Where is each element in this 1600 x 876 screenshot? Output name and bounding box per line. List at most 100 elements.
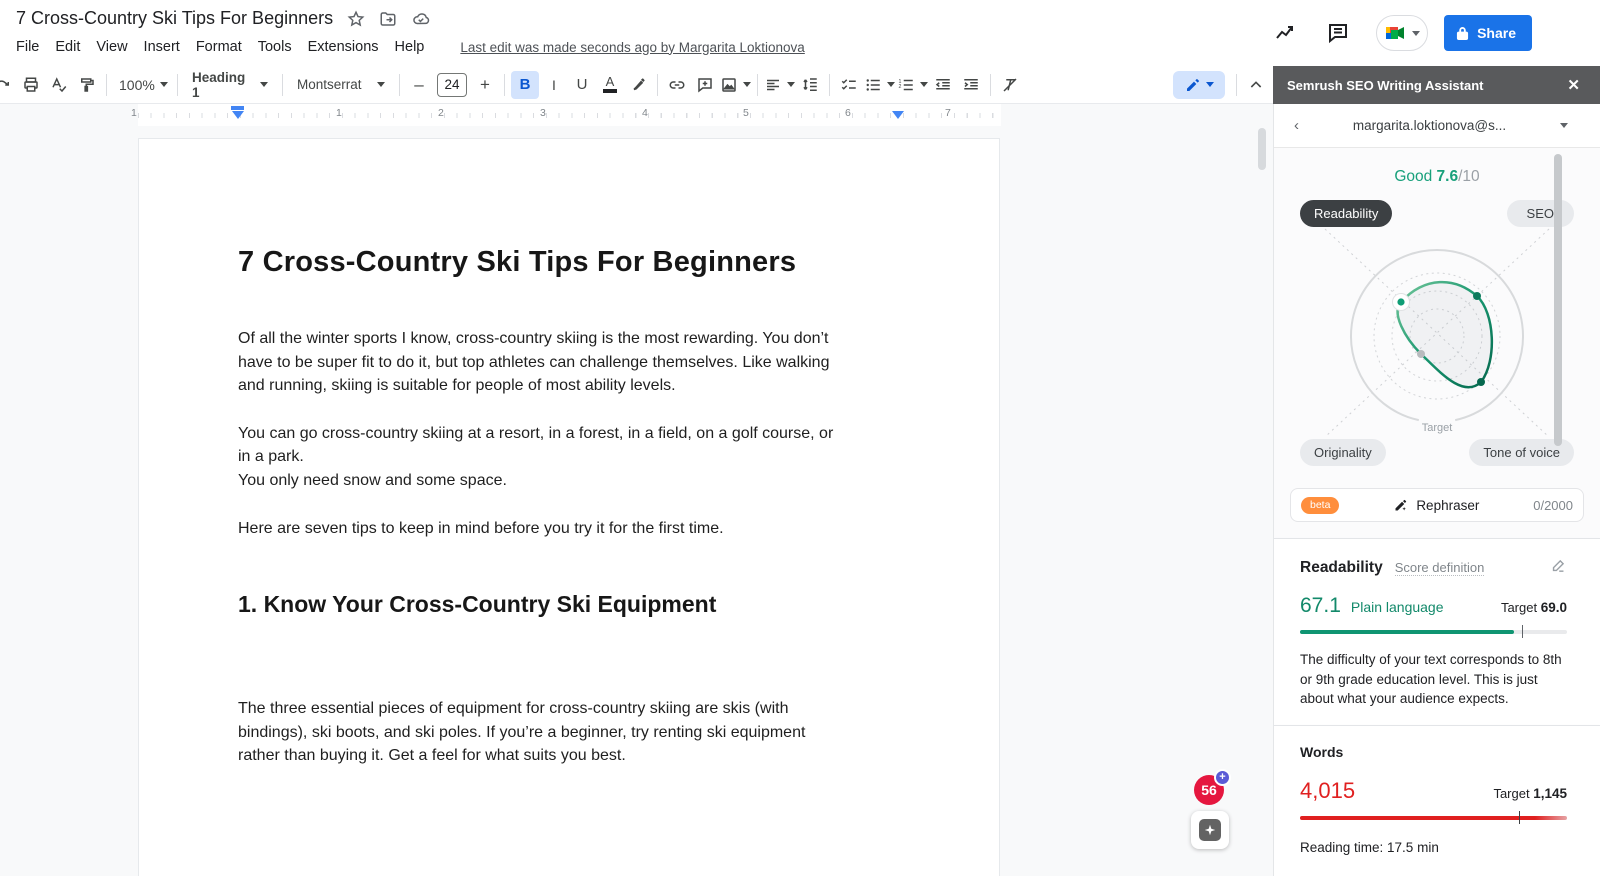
score-definition-link[interactable]: Score definition [1394,560,1485,576]
words-target-tick [1518,810,1521,824]
doc-heading-1[interactable]: 7 Cross-Country Ski Tips For Beginners [238,239,798,286]
paint-format-icon[interactable] [74,71,100,99]
edit-target-icon[interactable] [1550,557,1567,579]
menu-help[interactable]: Help [387,36,433,58]
numbered-list-icon[interactable]: 12 [897,71,928,99]
increase-indent-icon[interactable] [958,71,984,99]
account-row: ‹ margarita.loktionova@s... [1274,104,1600,148]
document-title[interactable]: 7 Cross-Country Ski Tips For Beginners [16,8,333,29]
account-email[interactable]: margarita.loktionova@s... [1303,118,1556,133]
text-color-bar [603,89,617,93]
insert-link-icon[interactable] [664,71,690,99]
insights-icon[interactable] [1274,21,1298,45]
zoom-select[interactable]: 100% [113,71,171,99]
text-color-button[interactable]: A [597,71,623,99]
cloud-saved-icon[interactable] [411,10,431,28]
underline-button[interactable]: U [569,71,595,99]
ruler-number: 4 [642,107,648,119]
doc-paragraph[interactable]: Of all the winter sports I know, cross-c… [238,327,848,398]
rephraser-count: 0/2000 [1533,497,1573,513]
ruler-number: 5 [743,107,749,119]
svg-text:2: 2 [899,84,902,90]
readability-progress-bar [1300,625,1567,638]
star-icon[interactable] [347,9,365,28]
rephraser-bar[interactable]: beta Rephraser 0/2000 [1290,488,1584,522]
left-indent-marker[interactable] [230,106,245,119]
doc-heading-2[interactable]: 1. Know Your Cross-Country Ski Equipment [238,587,848,621]
underline-glyph: U [576,76,588,93]
right-indent-marker[interactable] [892,111,904,119]
document-canvas: 7 Cross-Country Ski Tips For Beginners O… [0,126,1273,876]
ruler-number: 1 [336,107,342,119]
zoom-value: 100% [119,76,155,93]
semrush-sidebar: ‹ margarita.loktionova@s... Good 7.6/10 [1273,104,1600,876]
italic-glyph: I [552,76,556,93]
checklist-icon[interactable] [836,71,862,99]
semrush-widget-button[interactable] [1191,811,1229,849]
readability-pill[interactable]: Readability [1300,200,1393,227]
redo-icon[interactable] [0,71,16,99]
menu-extensions[interactable]: Extensions [300,36,387,58]
score-max: /10 [1458,168,1480,185]
doc-paragraph[interactable]: You only need snow and some space. [238,469,848,493]
overall-score: Good 7.6/10 [1274,148,1600,186]
bold-button[interactable]: B [511,70,539,99]
menu-insert[interactable]: Insert [136,36,188,58]
comments-icon[interactable] [1326,21,1350,45]
ruler[interactable]: 1 1 2 3 4 5 6 7 [0,104,1273,126]
align-icon[interactable] [764,71,795,99]
last-edit-link[interactable]: Last edit was made seconds ago by Margar… [460,40,804,55]
italic-button[interactable]: I [541,71,567,99]
add-comment-icon[interactable] [692,71,718,99]
rephraser-label: Rephraser [1416,497,1480,513]
top-bar: 7 Cross-Country Ski Tips For Beginners F… [0,0,1600,66]
share-button[interactable]: Share [1444,15,1532,51]
meet-call-button[interactable] [1376,15,1429,51]
decrease-indent-icon[interactable] [930,71,956,99]
menu-tools[interactable]: Tools [250,36,300,58]
line-spacing-icon[interactable] [797,71,823,99]
increase-font-size-button[interactable]: + [472,71,498,99]
font-size-input[interactable]: 24 [437,72,467,97]
editing-mode-button[interactable] [1173,70,1225,99]
spellcheck-icon[interactable] [46,71,72,99]
close-icon[interactable]: ✕ [1561,74,1586,96]
menu-view[interactable]: View [88,36,135,58]
doc-paragraph[interactable]: Here are seven tips to keep in mind befo… [238,517,848,541]
highlight-color-icon[interactable] [625,71,651,99]
text-color-glyph: A [605,74,615,90]
score-grade-label: Good [1394,168,1433,185]
back-chevron-icon[interactable]: ‹ [1290,117,1303,134]
doc-paragraph[interactable]: The three essential pieces of equipment … [238,697,848,768]
seo-pill[interactable]: SEO [1506,200,1574,227]
hide-menus-icon[interactable] [1243,71,1269,99]
words-section-title: Words [1300,743,1344,760]
font-select[interactable]: Montserrat [289,71,393,99]
bulleted-list-icon[interactable] [864,71,895,99]
sidebar-scrollbar[interactable] [1554,154,1562,446]
clear-formatting-icon[interactable] [997,71,1023,99]
menu-format[interactable]: Format [188,36,250,58]
print-icon[interactable] [18,71,44,99]
sparkle-icon [1199,819,1221,841]
pencil-icon [1186,78,1199,91]
ruler-number: 6 [845,107,851,119]
move-folder-icon[interactable] [379,10,397,28]
originality-pill[interactable]: Originality [1300,439,1386,466]
doc-paragraph[interactable]: You can go cross-country skiing at a res… [238,422,848,469]
insert-image-icon[interactable] [720,71,751,99]
gauge-target-label: Target [1416,422,1458,434]
score-gauge: Readability SEO Originality Tone of voic… [1300,200,1574,466]
readability-score-label: Plain language [1350,599,1444,615]
paragraph-style-select[interactable]: Heading 1 [184,70,276,100]
words-target-label: Target [1493,785,1530,801]
originality-point [1417,350,1425,358]
menu-edit[interactable]: Edit [47,36,88,58]
document-page[interactable]: 7 Cross-Country Ski Tips For Beginners O… [138,138,1000,876]
words-section: Words 4,015 Target 1,145 Reading time: 1… [1274,725,1600,871]
document-scrollbar[interactable] [1258,128,1266,170]
decrease-font-size-button[interactable]: – [406,71,432,99]
account-caret-icon[interactable] [1560,123,1568,128]
menu-file[interactable]: File [8,36,47,58]
readability-section-title: Readability [1300,559,1383,576]
